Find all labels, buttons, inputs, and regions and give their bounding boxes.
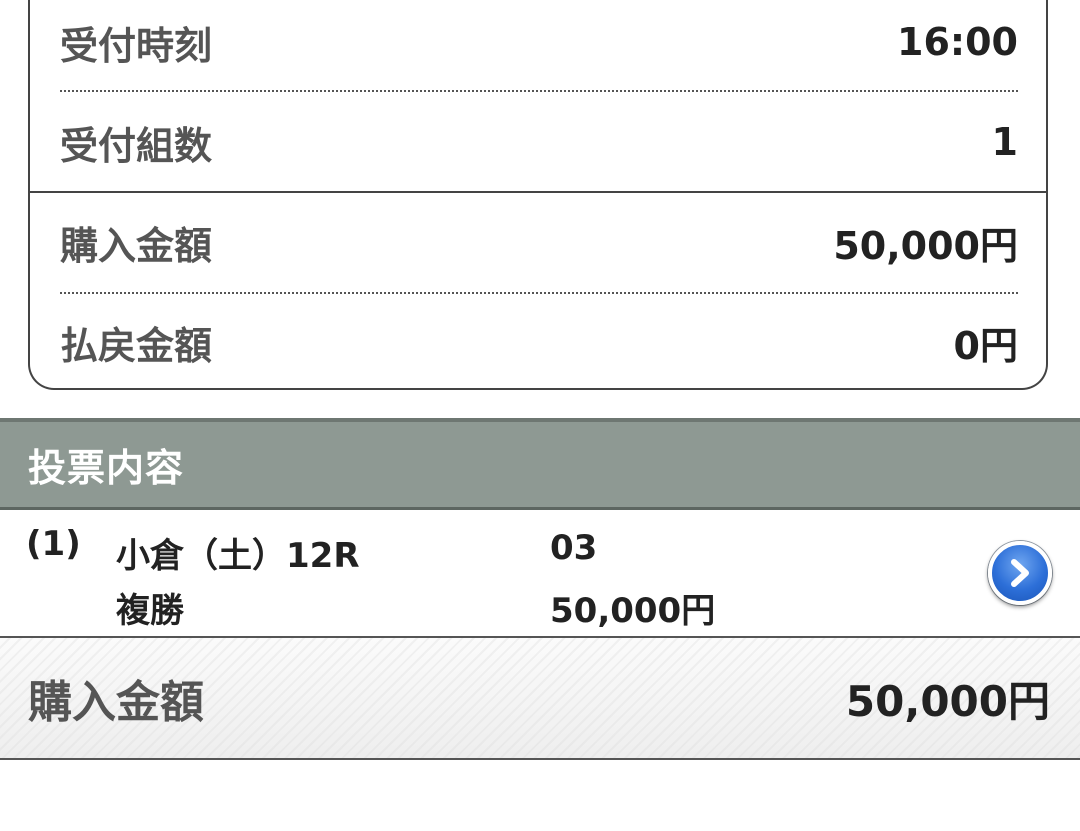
summary-value: 1 [991, 120, 1018, 164]
bet-combination: 03 [550, 528, 598, 568]
bet-type: 複勝 [116, 591, 184, 631]
total-bar: 購入金額 50,000円 [0, 638, 1080, 760]
summary-row-purchase: 購入金額 50,000円 [60, 192, 1018, 292]
section-title: 投票内容 [28, 446, 185, 490]
bet-race: 小倉（土）12R [116, 536, 360, 576]
summary-label: 受付時刻 [60, 23, 213, 68]
summary-value: 50,000円 [833, 223, 1018, 268]
bet-amount: 50,000円 [550, 591, 716, 631]
summary-row-refund: 払戻金額 0円 [60, 292, 1018, 392]
summary-value: 0円 [953, 323, 1018, 368]
summary-value: 16:00 [897, 20, 1018, 64]
summary-label: 払戻金額 [60, 323, 213, 368]
bet-list-item[interactable]: (1) 小倉（土）12R 複勝 03 50,000円 [0, 510, 1080, 638]
summary-label: 受付組数 [60, 123, 213, 168]
chevron-right-icon[interactable] [988, 541, 1052, 605]
receipt-summary-card: 受付時刻 16:00 受付組数 1 購入金額 50,000円 払戻金額 0円 [28, 0, 1048, 390]
bet-index: (1) [26, 524, 81, 564]
summary-row-time: 受付時刻 16:00 [60, 0, 1018, 92]
summary-label: 購入金額 [60, 223, 213, 268]
page: 受付時刻 16:00 受付組数 1 購入金額 50,000円 払戻金額 0円 投… [0, 0, 1080, 831]
section-header-bet-content: 投票内容 [0, 418, 1080, 510]
total-value: 50,000円 [845, 676, 1050, 726]
summary-row-count: 受付組数 1 [60, 92, 1018, 192]
total-label: 購入金額 [28, 677, 204, 728]
